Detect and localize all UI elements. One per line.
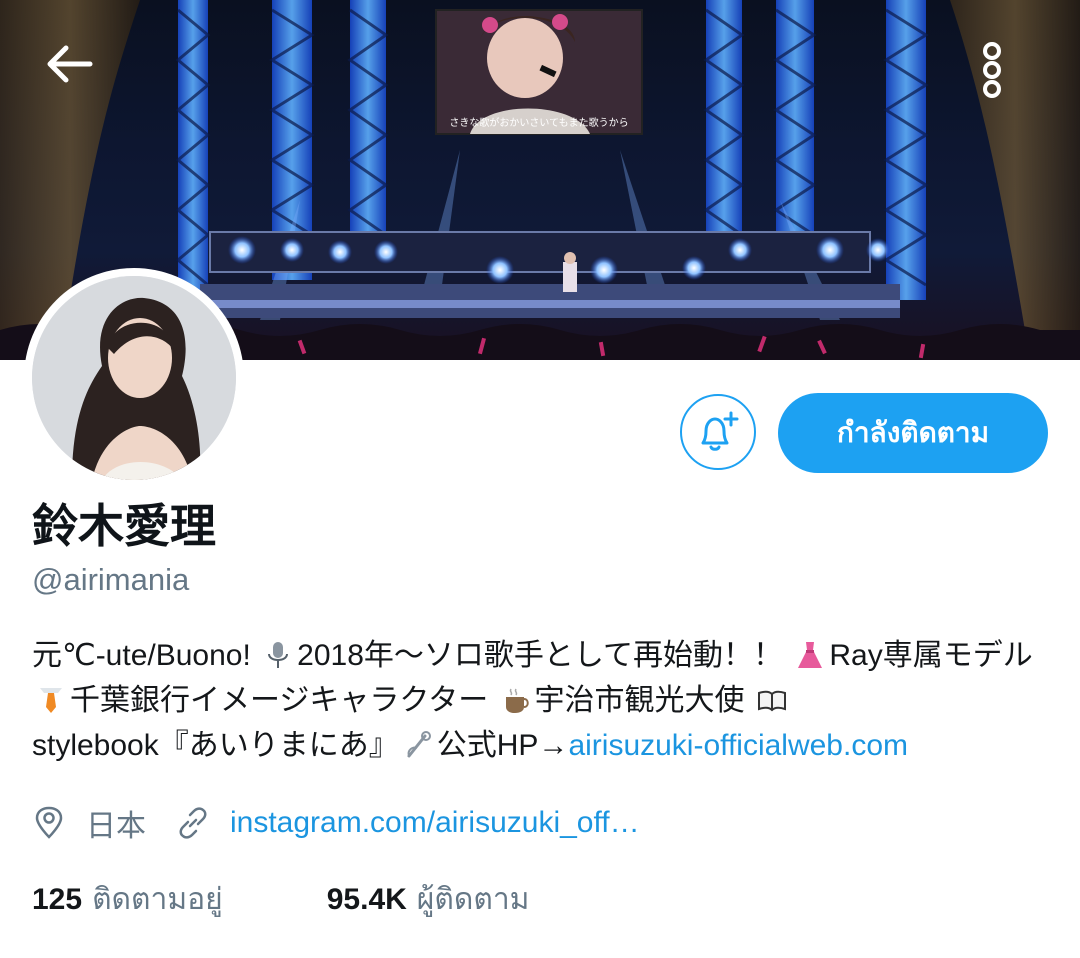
location-pin-icon xyxy=(35,806,63,839)
link-icon xyxy=(179,807,207,839)
bio-text: 千葉銀行イメージキャラクター xyxy=(70,684,489,717)
location-text: 日本 xyxy=(86,810,146,843)
bio-text: stylebook『あいりまにあ』 xyxy=(32,729,399,762)
bio-text: Ray専属モデル xyxy=(829,639,1033,672)
more-options-button[interactable] xyxy=(980,40,1036,106)
avatar-frame[interactable] xyxy=(24,268,244,488)
hot-beverage-icon xyxy=(505,688,529,713)
bell-plus-icon xyxy=(701,411,739,451)
bio-text: 公式HP→ xyxy=(436,729,569,762)
website-link[interactable]: instagram.com/airisuzuki_off… xyxy=(230,806,640,840)
dress-icon xyxy=(798,642,823,668)
bio-text: 宇治市観光大使 xyxy=(534,684,745,717)
microphone-icon xyxy=(268,642,289,668)
following-count: 125 xyxy=(32,882,83,916)
followers-label: ผู้ติดตาม xyxy=(416,883,530,916)
follow-counts: 125 ติดตามอยู่ 95.4K ผู้ติดตาม xyxy=(32,876,529,923)
avatar xyxy=(32,276,236,480)
avatar-image xyxy=(32,276,236,480)
profile-bio: 元℃-ute/Buono! 2018年〜ソロ歌手として再始動！！ Ray専属モデ… xyxy=(32,633,1052,768)
following-label: ติดตามอยู่ xyxy=(92,883,223,916)
bio-text: 2018年〜ソロ歌手として再始動！！ xyxy=(297,639,783,672)
banner-subtitle: さきな歌がおかいさいてもまた歌うから xyxy=(449,116,628,129)
notifications-button[interactable] xyxy=(680,394,756,470)
followers-count-link[interactable]: 95.4K ผู้ติดตาม xyxy=(327,876,530,923)
bio-website-link[interactable]: airisuzuki-officialweb.com xyxy=(568,729,908,762)
display-name: 鈴木愛理 xyxy=(32,499,216,553)
more-vertical-icon xyxy=(983,42,1001,98)
followers-count: 95.4K xyxy=(326,882,407,916)
back-button[interactable] xyxy=(44,44,120,100)
following-button[interactable]: กำลังติดตาม xyxy=(778,393,1048,473)
following-count-link[interactable]: 125 ติดตามอยู่ xyxy=(32,876,223,923)
arrow-left-icon xyxy=(47,45,93,83)
bio-text: 元℃-ute/Buono! xyxy=(32,639,251,672)
open-book-icon xyxy=(757,690,786,712)
user-handle: @airimania xyxy=(32,562,190,597)
profile-meta: 日本 instagram.com/airisuzuki_off… xyxy=(32,800,640,846)
safety-pin-icon xyxy=(407,731,431,758)
necktie-icon xyxy=(40,688,62,713)
